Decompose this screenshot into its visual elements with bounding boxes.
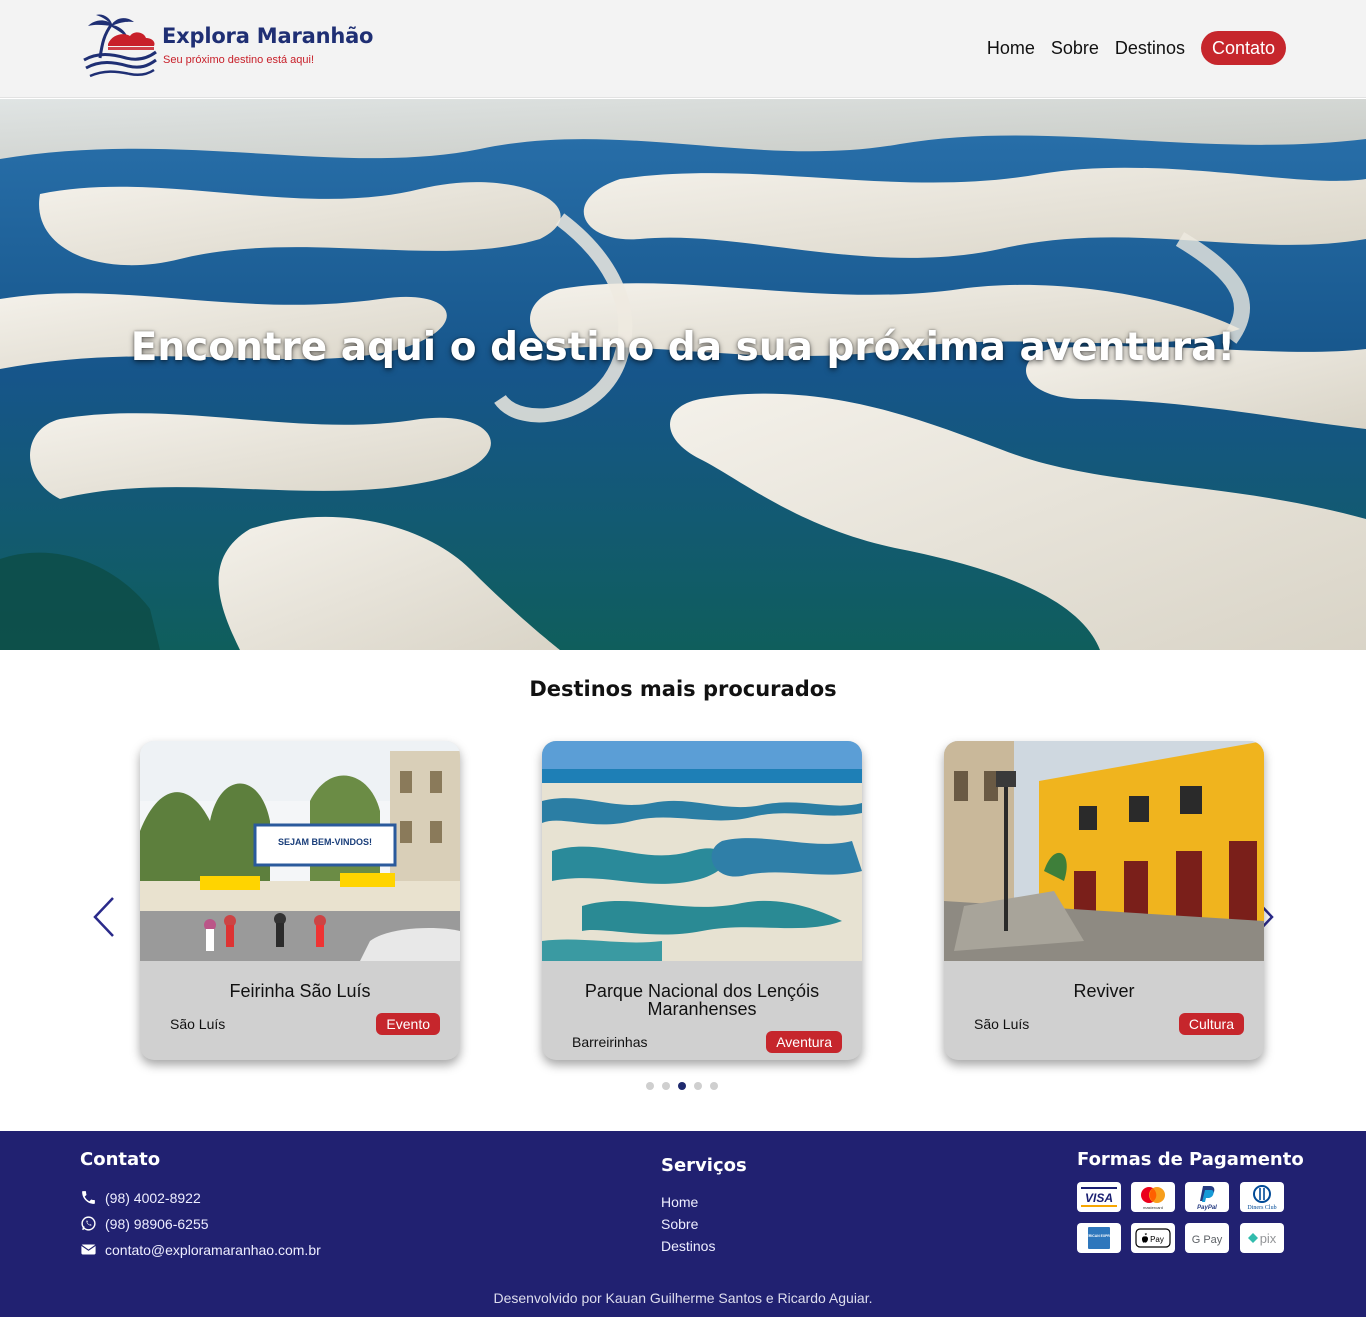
email-address: contato@exploramaranhao.com.br	[105, 1241, 321, 1258]
svg-text:G Pay: G Pay	[1192, 1234, 1223, 1246]
card-title: Parque Nacional dos Lençóis Maranhenses	[584, 981, 820, 1019]
whatsapp-number: (98) 98906-6255	[105, 1215, 209, 1232]
hero-banner: Encontre aqui o destino da sua próxima a…	[0, 99, 1366, 650]
card-city: São Luís	[170, 1016, 226, 1032]
nav-destinations[interactable]: Destinos	[1115, 31, 1185, 65]
svg-text:AMERICAN EXPRESS: AMERICAN EXPRESS	[1081, 1234, 1117, 1238]
nav-home[interactable]: Home	[987, 31, 1035, 65]
paypal-icon: PayPal	[1185, 1182, 1229, 1212]
envelope-icon	[81, 1244, 96, 1255]
phone-number: (98) 4002-8922	[105, 1189, 201, 1206]
footer-email[interactable]: contato@exploramaranhao.com.br	[80, 1241, 321, 1258]
american-express-icon: AMERICAN EXPRESS	[1077, 1223, 1121, 1253]
footer-whatsapp[interactable]: (98) 98906-6255	[80, 1215, 209, 1232]
carousel-pagination	[646, 1082, 718, 1090]
site-header: Explora Maranhão Seu próximo destino est…	[0, 0, 1366, 98]
svg-text:pix: pix	[1260, 1231, 1277, 1246]
pix-icon: pix	[1240, 1223, 1284, 1253]
footer-payments-title: Formas de Pagamento	[1077, 1149, 1304, 1170]
svg-text:PayPal: PayPal	[1197, 1205, 1217, 1211]
card-category-badge: Evento	[376, 1013, 440, 1035]
mastercard-icon: mastercard	[1131, 1182, 1175, 1212]
nav-contact-button[interactable]: Contato	[1200, 31, 1286, 65]
carousel-dot[interactable]	[662, 1082, 670, 1090]
footer-credit: Desenvolvido por Kauan Guilherme Santos …	[493, 1290, 873, 1306]
chevron-left-icon[interactable]	[91, 896, 117, 938]
footer-link-home[interactable]: Home	[661, 1194, 698, 1210]
svg-text:Pay: Pay	[1150, 1235, 1164, 1244]
feirinha-photo: SEJAM BEM-VINDOS!	[140, 741, 460, 961]
palm-beach-logo-icon	[83, 14, 157, 78]
svg-text:mastercard: mastercard	[1143, 1205, 1163, 1210]
svg-text:Diners Club: Diners Club	[1247, 1205, 1276, 1211]
google-pay-icon: G Pay	[1185, 1223, 1229, 1253]
carousel-dot[interactable]	[710, 1082, 718, 1090]
whatsapp-icon	[81, 1216, 96, 1231]
brand-logo[interactable]: Explora Maranhão Seu próximo destino est…	[82, 14, 382, 80]
destination-card-lencois[interactable]: Parque Nacional dos Lençóis Maranhenses …	[542, 741, 862, 1060]
destination-card-feirinha[interactable]: SEJAM BEM-VINDOS! Feirinha São Luís São …	[140, 741, 460, 1060]
brand-title: Explora Maranhão	[162, 24, 374, 48]
feirinha-banner-text: SEJAM BEM-VINDOS!	[278, 837, 372, 847]
nav-about[interactable]: Sobre	[1051, 31, 1099, 65]
footer-link-destinations[interactable]: Destinos	[661, 1238, 715, 1254]
phone-icon	[82, 1191, 95, 1204]
carousel-dot[interactable]	[646, 1082, 654, 1090]
hero-dunes-image	[0, 99, 1366, 650]
card-title: Reviver	[1073, 981, 1135, 1001]
destination-card-reviver[interactable]: Reviver São Luís Cultura	[944, 741, 1264, 1060]
footer-link-about[interactable]: Sobre	[661, 1216, 698, 1232]
card-category-badge: Cultura	[1178, 1013, 1244, 1035]
destinations-section-title: Destinos mais procurados	[529, 677, 837, 701]
svg-text:VISA: VISA	[1085, 1191, 1113, 1205]
reviver-photo	[944, 741, 1264, 961]
footer-phone[interactable]: (98) 4002-8922	[80, 1189, 201, 1206]
main-nav: Home Sobre Destinos Contato	[987, 31, 1286, 65]
footer-contact-title: Contato	[80, 1149, 161, 1170]
card-city: Barreirinhas	[572, 1034, 648, 1050]
brand-tagline: Seu próximo destino está aqui!	[163, 54, 315, 66]
site-footer: Contato (98) 4002-8922 (98) 98906-6255 c…	[0, 1131, 1366, 1317]
lencois-photo	[542, 741, 862, 961]
carousel-dot-active[interactable]	[678, 1082, 686, 1090]
carousel-dot[interactable]	[694, 1082, 702, 1090]
card-category-badge: Aventura	[766, 1031, 842, 1053]
diners-club-icon: Diners Club	[1240, 1182, 1284, 1212]
footer-services-title: Serviços	[661, 1155, 747, 1176]
card-title: Feirinha São Luís	[229, 981, 371, 1001]
hero-title: Encontre aqui o destino da sua próxima a…	[130, 325, 1236, 370]
card-city: São Luís	[974, 1016, 1030, 1032]
apple-pay-icon: Pay	[1131, 1223, 1175, 1253]
visa-icon: VISA	[1077, 1182, 1121, 1212]
